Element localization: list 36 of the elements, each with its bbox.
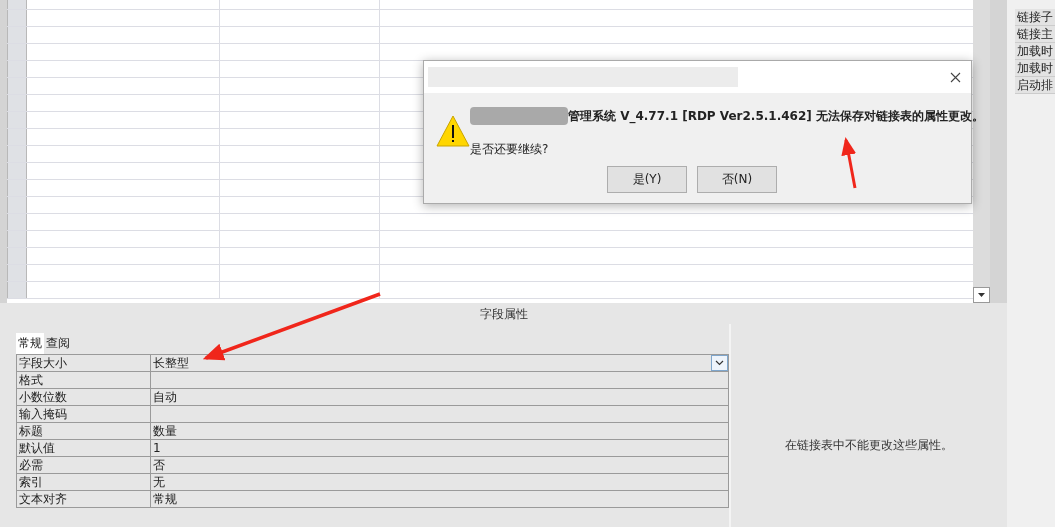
property-value[interactable]: 自动 bbox=[151, 389, 728, 405]
chevron-icon bbox=[715, 360, 724, 366]
property-item[interactable]: 加载时 bbox=[1015, 60, 1055, 77]
section-title: 字段属性 bbox=[478, 306, 529, 323]
property-label: 格式 bbox=[17, 372, 151, 388]
property-item[interactable]: 链接主 bbox=[1015, 26, 1055, 43]
dialog-question: 是否还要继续? bbox=[470, 141, 550, 158]
scroll-down-button[interactable] bbox=[973, 287, 990, 303]
property-value[interactable]: 否 bbox=[151, 457, 728, 473]
property-label: 标题 bbox=[17, 423, 151, 439]
property-value[interactable]: 1 bbox=[151, 440, 728, 456]
property-item[interactable]: 加载时 bbox=[1015, 43, 1055, 60]
property-value[interactable]: 数量 bbox=[151, 423, 728, 439]
dropdown-button[interactable] bbox=[711, 355, 728, 371]
property-label: 默认值 bbox=[17, 440, 151, 456]
property-value[interactable]: 无 bbox=[151, 474, 728, 490]
property-label: 输入掩码 bbox=[17, 406, 151, 422]
dialog-button[interactable]: 是(Y) bbox=[607, 166, 687, 193]
caret-icon bbox=[977, 292, 986, 298]
property-item[interactable]: 启动排 bbox=[1015, 77, 1055, 94]
close-icon[interactable] bbox=[950, 71, 961, 83]
property-label: 小数位数 bbox=[17, 389, 151, 405]
scrollbar[interactable] bbox=[973, 0, 990, 303]
property-value[interactable]: 常规 bbox=[151, 491, 728, 507]
annotation-arrow bbox=[841, 137, 857, 189]
dialog-button[interactable]: 否(N) bbox=[697, 166, 777, 193]
property-label: 文本对齐 bbox=[17, 491, 151, 507]
property-label: 必需 bbox=[17, 457, 151, 473]
property-item[interactable]: 链接子 bbox=[1015, 9, 1055, 26]
property-label: 索引 bbox=[17, 474, 151, 490]
warning-icon bbox=[436, 115, 470, 147]
tab[interactable]: 常规 bbox=[16, 333, 44, 354]
help-text: 在链接表中不能更改这些属性。 bbox=[785, 437, 953, 454]
property-label: 字段大小 bbox=[17, 355, 151, 371]
dialog-message: 管理系统 V_4.77.1 [RDP Ver2.5.1.462] 无法保存对链接表的属性更改。 bbox=[568, 107, 984, 125]
property-value[interactable]: 长整型 bbox=[151, 355, 728, 371]
